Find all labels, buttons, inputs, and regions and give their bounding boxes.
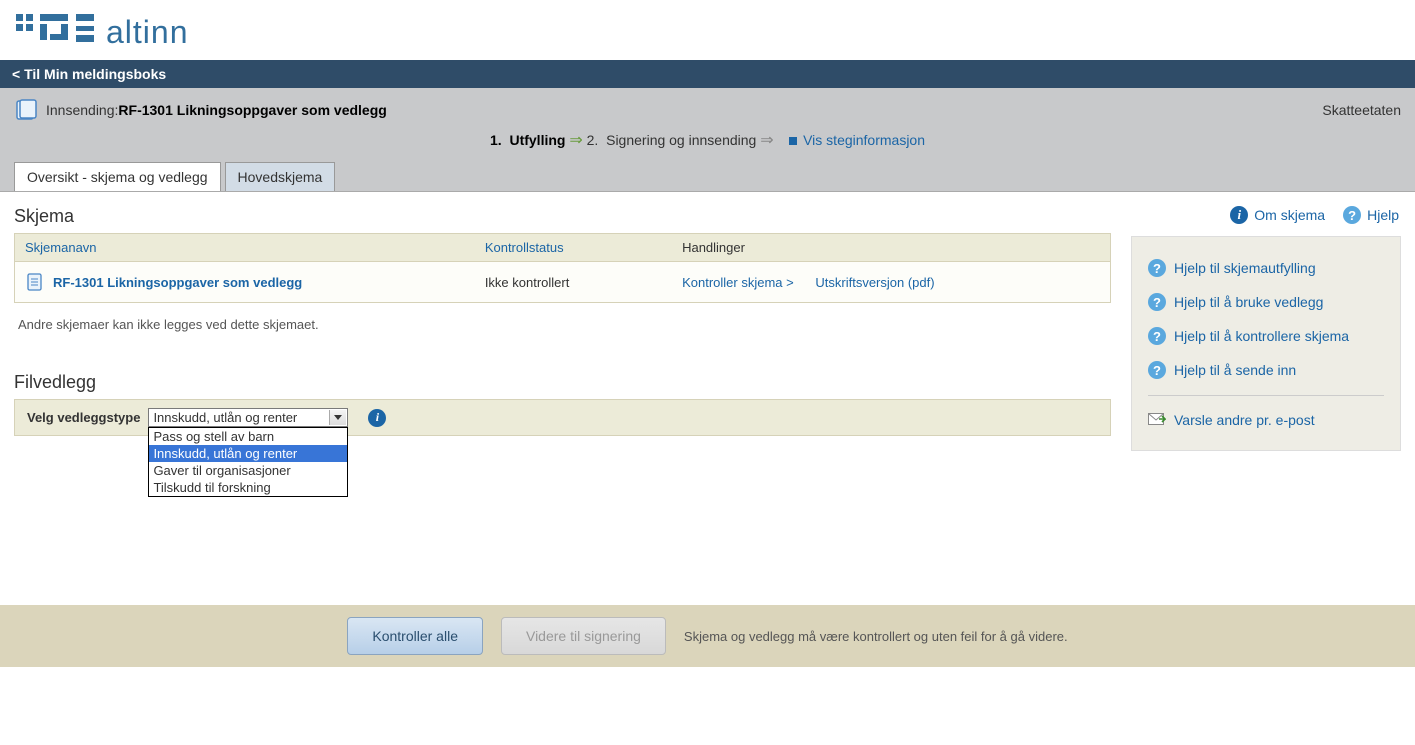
vedleggstype-select[interactable]: Innskudd, utlån og renter: [148, 408, 348, 427]
chevron-left-icon: <: [12, 66, 20, 82]
nav-bar: < Til Min meldingsboks: [0, 60, 1415, 88]
kontroller-alle-button[interactable]: Kontroller alle: [347, 617, 483, 655]
help-fill-link[interactable]: ? Hjelp til skjemautfylling: [1148, 251, 1384, 285]
notify-email-link[interactable]: Varsle andre pr. e-post: [1148, 404, 1384, 436]
hjelp-link[interactable]: ? Hjelp: [1343, 206, 1399, 224]
nav-back-link[interactable]: < Til Min meldingsboks: [12, 66, 166, 82]
tabs: Oversikt - skjema og vedlegg Hovedskjema: [14, 162, 1401, 191]
vedleggstype-label: Velg vedleggstype: [27, 410, 140, 425]
om-skjema-link[interactable]: i Om skjema: [1230, 206, 1325, 224]
chevron-down-icon: [329, 410, 346, 425]
help-icon: ?: [1148, 327, 1166, 345]
info-icon: i: [1230, 206, 1248, 224]
arrow-right-icon: ⇒: [760, 132, 773, 149]
altinn-logo-icon: [16, 12, 96, 52]
skjema-name-link[interactable]: RF-1301 Likningsoppgaver som vedlegg: [25, 272, 465, 292]
etat-label: Skatteetaten: [1322, 102, 1401, 118]
dropdown-option[interactable]: Innskudd, utlån og renter: [149, 445, 347, 462]
altinn-logo-text: altinn: [106, 14, 189, 51]
dropdown-option[interactable]: Gaver til organisasjoner: [149, 462, 347, 479]
divider: [1148, 395, 1384, 396]
footer-bar: Kontroller alle Videre til signering Skj…: [0, 605, 1415, 667]
help-check-link[interactable]: ? Hjelp til å kontrollere skjema: [1148, 319, 1384, 353]
filvedlegg-bar: Velg vedleggstype Innskudd, utlån og ren…: [14, 399, 1111, 436]
dropdown-option[interactable]: Tilskudd til forskning: [149, 479, 347, 496]
vedleggstype-dropdown: Pass og stell av barn Innskudd, utlån og…: [148, 427, 348, 497]
videre-til-signering-button: Videre til signering: [501, 617, 666, 655]
filvedlegg-heading: Filvedlegg: [14, 372, 1111, 393]
col-skjemanavn[interactable]: Skjemanavn: [15, 234, 475, 262]
mail-icon: [1148, 413, 1166, 427]
help-send-link[interactable]: ? Hjelp til å sende inn: [1148, 353, 1384, 387]
footer-note: Skjema og vedlegg må være kontrollert og…: [684, 629, 1068, 644]
help-panel: ? Hjelp til skjemautfylling ? Hjelp til …: [1131, 236, 1401, 451]
arrow-right-icon: ⇒: [569, 132, 582, 149]
step-indicator: 1. Utfylling ⇒ 2. Signering og innsendin…: [14, 122, 1401, 158]
col-handlinger: Handlinger: [672, 234, 1110, 262]
help-icon: ?: [1148, 293, 1166, 311]
header-logo: altinn: [0, 0, 1415, 60]
table-row: RF-1301 Likningsoppgaver som vedlegg Ikk…: [15, 262, 1111, 303]
document-icon: [25, 272, 45, 292]
help-icon: ?: [1343, 206, 1361, 224]
help-attach-link[interactable]: ? Hjelp til å bruke vedlegg: [1148, 285, 1384, 319]
innsending-label: Innsending:RF-1301 Likningsoppgaver som …: [46, 102, 387, 118]
info-icon[interactable]: i: [368, 409, 386, 427]
help-icon: ?: [1148, 259, 1166, 277]
col-kontrollstatus[interactable]: Kontrollstatus: [475, 234, 672, 262]
skjema-table: Skjemanavn Kontrollstatus Handlinger: [14, 233, 1111, 303]
kontroller-skjema-link[interactable]: Kontroller skjema >: [682, 275, 794, 290]
tab-main-form[interactable]: Hovedskjema: [225, 162, 336, 191]
utskriftsversjon-link[interactable]: Utskriftsversjon (pdf): [815, 275, 934, 290]
sub-header: Innsending:RF-1301 Likningsoppgaver som …: [0, 88, 1415, 192]
status-cell: Ikke kontrollert: [475, 262, 672, 303]
document-icon: [14, 98, 38, 122]
dropdown-option[interactable]: Pass og stell av barn: [149, 428, 347, 445]
help-icon: ?: [1148, 361, 1166, 379]
skjema-note: Andre skjemaer kan ikke legges ved dette…: [14, 303, 1111, 346]
square-icon: [789, 137, 797, 145]
skjema-heading: Skjema: [14, 206, 1111, 227]
show-step-info-link[interactable]: Vis steginformasjon: [803, 132, 925, 148]
tab-overview[interactable]: Oversikt - skjema og vedlegg: [14, 162, 221, 191]
